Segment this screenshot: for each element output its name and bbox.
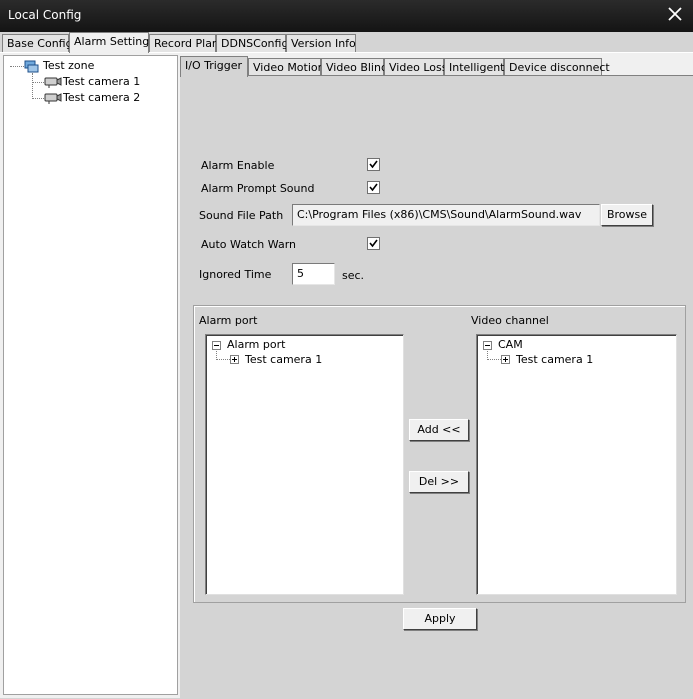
video-channel-list[interactable]: CAM Test camera 1 bbox=[476, 334, 677, 595]
checkmark-icon bbox=[369, 239, 378, 248]
alarm-prompt-sound-label: Alarm Prompt Sound bbox=[201, 182, 315, 195]
collapse-icon[interactable] bbox=[483, 341, 492, 350]
video-channel-label: Video channel bbox=[471, 314, 549, 327]
tab-alarm-setting[interactable]: Alarm Setting bbox=[69, 32, 149, 53]
tree-line bbox=[32, 98, 44, 99]
window-title: Local Config bbox=[8, 8, 82, 22]
ignored-time-input[interactable]: 5 bbox=[292, 263, 335, 285]
alarm-port-list[interactable]: Alarm port Test camera 1 bbox=[205, 334, 404, 595]
ignored-time-label: Ignored Time bbox=[199, 268, 272, 281]
alarm-sub-tabs: I/O Trigger Video Motion Video Blind Vid… bbox=[180, 55, 693, 77]
tab-version-info[interactable]: Version Info bbox=[286, 34, 356, 52]
io-trigger-page: Alarm Enable Alarm Prompt Sound Sound Fi… bbox=[180, 75, 693, 699]
tree-line bbox=[487, 359, 501, 360]
device-tree: Test zone Test camera 1 Test camera 2 bbox=[3, 55, 178, 695]
camera-icon bbox=[44, 77, 62, 88]
checkmark-icon bbox=[369, 160, 378, 169]
tab-base-config[interactable]: Base Config bbox=[2, 34, 73, 52]
title-bar: Local Config bbox=[0, 0, 693, 32]
alarm-settings-panel: I/O Trigger Video Motion Video Blind Vid… bbox=[180, 55, 693, 699]
alarm-port-camera-node[interactable]: Test camera 1 bbox=[245, 353, 322, 367]
tree-line bbox=[216, 359, 230, 360]
main-tabs: Base Config Alarm Setting Record Plan DD… bbox=[0, 32, 693, 53]
tab-video-loss[interactable]: Video Loss bbox=[384, 58, 447, 76]
ignored-time-unit: sec. bbox=[342, 269, 365, 282]
add-button[interactable]: Add << bbox=[409, 419, 469, 441]
close-icon[interactable] bbox=[667, 6, 683, 22]
browse-button[interactable]: Browse bbox=[601, 204, 653, 226]
checkmark-icon bbox=[369, 183, 378, 192]
alarm-port-label: Alarm port bbox=[199, 314, 258, 327]
tab-video-motion[interactable]: Video Motion bbox=[248, 58, 325, 76]
tree-node-camera-1[interactable]: Test camera 1 bbox=[63, 75, 140, 89]
tree-line bbox=[32, 82, 44, 83]
auto-watch-warn-label: Auto Watch Warn bbox=[201, 238, 296, 251]
tab-content: Test zone Test camera 1 Test camera 2 I/… bbox=[0, 52, 693, 699]
alarm-enable-label: Alarm Enable bbox=[201, 159, 275, 172]
local-config-window: Local Config Base Config Alarm Setting R… bbox=[0, 0, 693, 699]
sound-file-path-label: Sound File Path bbox=[199, 209, 284, 222]
tab-device-disconnect[interactable]: Device disconnect bbox=[504, 58, 610, 76]
zone-icon bbox=[24, 60, 39, 73]
alarm-enable-checkbox[interactable] bbox=[367, 158, 380, 171]
video-channel-camera-node[interactable]: Test camera 1 bbox=[516, 353, 593, 367]
tree-node-camera-2[interactable]: Test camera 2 bbox=[63, 91, 140, 105]
video-channel-root-node[interactable]: CAM bbox=[498, 338, 523, 352]
del-button[interactable]: Del >> bbox=[409, 471, 469, 493]
collapse-icon[interactable] bbox=[212, 341, 221, 350]
tab-io-trigger[interactable]: I/O Trigger bbox=[180, 56, 248, 77]
tab-record-plan[interactable]: Record Plan bbox=[149, 34, 219, 52]
tab-intelligent[interactable]: Intelligent bbox=[444, 58, 505, 76]
auto-watch-warn-checkbox[interactable] bbox=[367, 237, 380, 250]
tree-node-zone[interactable]: Test zone bbox=[43, 59, 94, 73]
tree-line bbox=[32, 73, 33, 99]
tab-ddns-config[interactable]: DDNSConfig bbox=[216, 34, 288, 52]
tab-video-blind[interactable]: Video Blind bbox=[321, 58, 388, 76]
camera-icon bbox=[44, 93, 62, 104]
tree-line bbox=[10, 66, 24, 67]
alarm-prompt-sound-checkbox[interactable] bbox=[367, 181, 380, 194]
expand-icon[interactable] bbox=[230, 355, 239, 364]
apply-button[interactable]: Apply bbox=[403, 608, 477, 630]
sound-file-path-field[interactable]: C:\Program Files (x86)\CMS\Sound\AlarmSo… bbox=[292, 204, 600, 226]
expand-icon[interactable] bbox=[501, 355, 510, 364]
alarm-port-root-node[interactable]: Alarm port bbox=[227, 338, 285, 352]
